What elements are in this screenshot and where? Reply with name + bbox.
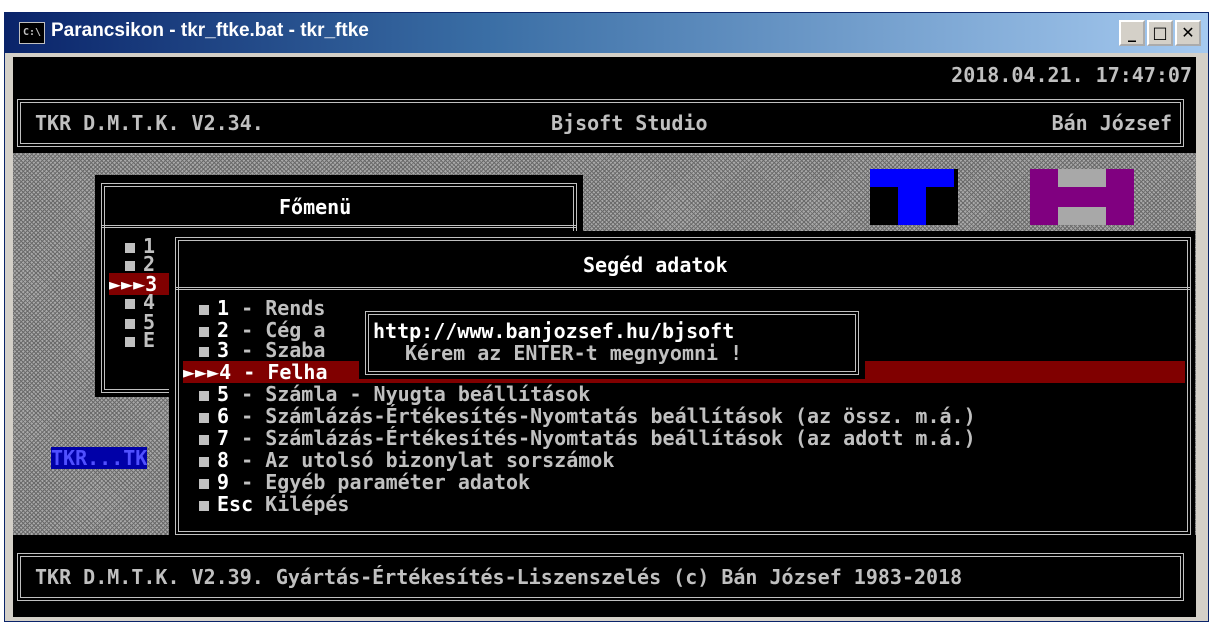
sub-menu-item-7[interactable]: 7 - Számlázás-Értékesítés-Nyomtatás beál… bbox=[199, 427, 976, 449]
window-title: Parancsikon - tkr_ftke.bat - tkr_ftke bbox=[51, 20, 369, 41]
header-left: TKR D.M.T.K. V2.34. bbox=[35, 111, 264, 135]
side-label: TKR...TK bbox=[51, 446, 148, 470]
footer-text: TKR D.M.T.K. V2.39. Gyártás-Értékesítés-… bbox=[35, 565, 963, 589]
logo-h-notch-top bbox=[1058, 169, 1106, 187]
datetime: 2018.04.21. 17:47:07 bbox=[951, 63, 1192, 87]
popup-message: Kérem az ENTER-t megnyomni ! bbox=[405, 341, 743, 365]
console-area: 2018.04.21. 17:47:07 TKR D.M.T.K. V2.34.… bbox=[13, 57, 1196, 617]
minimize-button[interactable]: _ bbox=[1119, 20, 1145, 46]
sub-menu-item-6[interactable]: 6 - Számlázás-Értékesítés-Nyomtatás beál… bbox=[199, 405, 976, 427]
cmd-icon[interactable]: C:\ bbox=[19, 22, 45, 44]
header-box: TKR D.M.T.K. V2.34. Bjsoft Studio Bán Jó… bbox=[17, 99, 1184, 147]
logo-t-icon bbox=[870, 169, 954, 187]
sub-menu-item-1[interactable]: 1 - Rends bbox=[199, 297, 325, 319]
popup-dialog: http://www.banjozsef.hu/bjsoft Kérem az … bbox=[359, 307, 865, 379]
sub-menu-item-5[interactable]: 5 - Számla - Nyugta beállítások bbox=[199, 383, 590, 405]
sub-menu-item-3[interactable]: 3 - Szaba bbox=[199, 339, 325, 361]
console-window: C:\ Parancsikon - tkr_ftke.bat - tkr_ftk… bbox=[4, 12, 1209, 622]
sub-menu-title: Segéd adatok bbox=[583, 253, 728, 277]
logo-h-notch-bottom bbox=[1058, 207, 1106, 225]
sub-menu-item-esc[interactable]: Esc Kilépés bbox=[199, 493, 349, 515]
sub-menu-item-9[interactable]: 9 - Egyéb paraméter adatok bbox=[199, 471, 530, 493]
header-right: Bán József bbox=[1051, 111, 1172, 135]
sub-menu-window: Segéd adatok 1 - Rends 2 - Cég a 3 - Sza… bbox=[169, 231, 1195, 539]
logo-t-stem bbox=[898, 187, 926, 225]
close-button[interactable]: ✕ bbox=[1175, 20, 1201, 46]
footer-box: TKR D.M.T.K. V2.39. Gyártás-Értékesítés-… bbox=[17, 553, 1184, 601]
popup-url: http://www.banjozsef.hu/bjsoft bbox=[373, 319, 735, 343]
main-menu-item[interactable]: E bbox=[125, 329, 155, 351]
sub-menu-item-8[interactable]: 8 - Az utolsó bizonylat sorszámok bbox=[199, 449, 614, 471]
title-bar[interactable]: C:\ Parancsikon - tkr_ftke.bat - tkr_ftk… bbox=[5, 13, 1208, 53]
main-menu-title: Főmenü bbox=[279, 195, 352, 219]
maximize-button[interactable]: □ bbox=[1147, 20, 1173, 46]
header-center: Bjsoft Studio bbox=[551, 111, 708, 135]
